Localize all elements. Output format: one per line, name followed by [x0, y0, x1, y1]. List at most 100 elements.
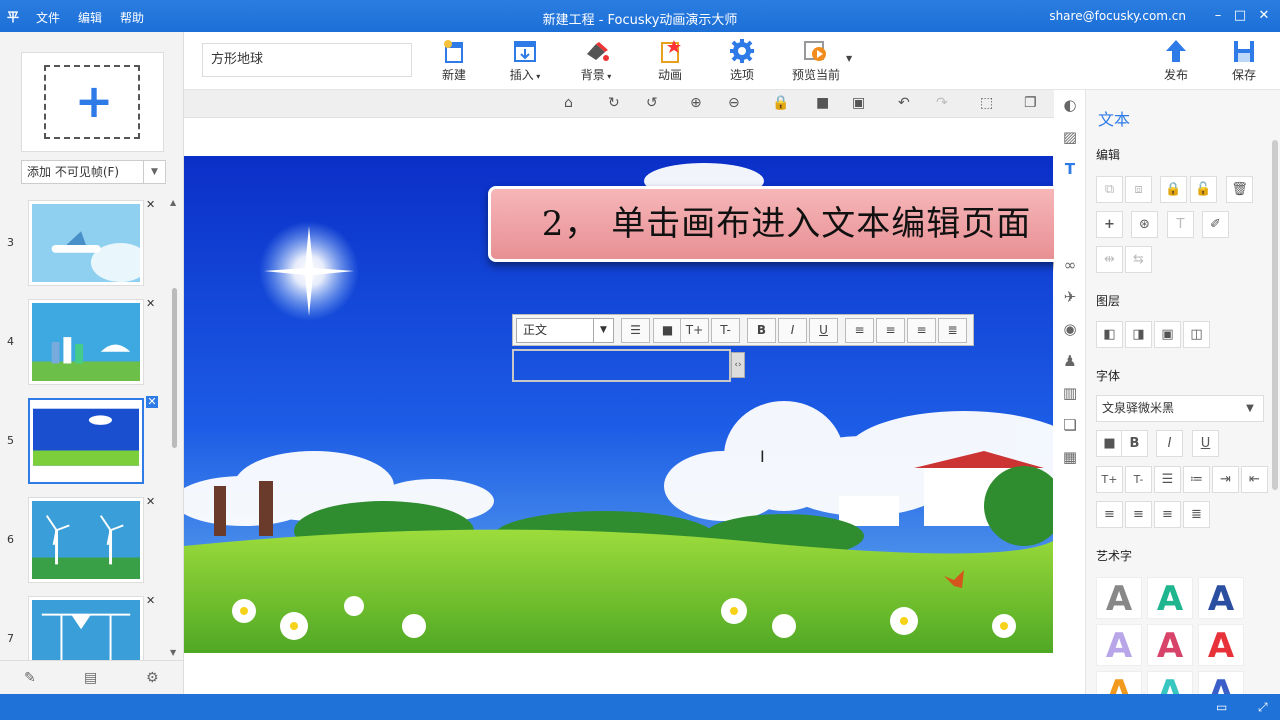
add-icon[interactable]: + [1096, 211, 1123, 238]
reset-icon[interactable]: ⊛ [1131, 211, 1158, 238]
rotate-left-icon[interactable]: ↺ [646, 95, 658, 111]
undo-icon[interactable]: ↶ [898, 95, 910, 111]
art-text-style-3[interactable]: A [1198, 577, 1244, 619]
scroll-up-icon[interactable]: ▲ [170, 198, 176, 207]
project-name-input[interactable]: 方形地球 [202, 43, 412, 77]
align-right-icon[interactable]: ≡ [1154, 501, 1181, 528]
group-icon[interactable]: ⧉ [1096, 176, 1123, 203]
justify-button[interactable]: ≣ [938, 318, 967, 343]
plane-icon[interactable]: ✈ [1061, 288, 1079, 306]
close-icon[interactable]: ✕ [146, 198, 155, 211]
compass-icon[interactable]: ◉ [1061, 320, 1079, 338]
add-frame-button[interactable]: + [21, 52, 164, 152]
font-size-up-icon[interactable]: T+ [1096, 466, 1123, 493]
art-text-style-7[interactable]: A [1096, 671, 1142, 694]
send-back-icon[interactable]: ◫ [1183, 321, 1210, 348]
rotate-right-icon[interactable]: ↻ [608, 95, 620, 111]
underline-button[interactable]: U [809, 318, 838, 343]
font-size-down-icon[interactable]: T- [1125, 466, 1152, 493]
resize-handle-icon[interactable]: ‹› [731, 352, 745, 378]
close-icon[interactable]: ✕ [146, 594, 155, 607]
brush-icon[interactable]: ✐ [1202, 211, 1229, 238]
preview-current-button[interactable]: 预览当前 [783, 36, 849, 88]
numbered-list-icon[interactable]: ≔ [1183, 466, 1210, 493]
slide-list-scrollbar[interactable]: ▲ ▼ [170, 198, 180, 658]
new-button[interactable]: 新建 [424, 36, 484, 88]
text-tool-icon[interactable]: T [1061, 160, 1079, 178]
monitor-icon[interactable]: ▭ [1216, 700, 1227, 714]
notes-icon[interactable]: ▤ [84, 670, 97, 686]
align-left-button[interactable]: ≡ [845, 318, 874, 343]
paste-icon[interactable]: ▣ [852, 95, 865, 111]
slide-thumb-6[interactable]: 6 ✕ [0, 495, 170, 585]
image-icon[interactable]: ▨ [1061, 128, 1079, 146]
lock-icon[interactable]: 🔒 [1160, 176, 1187, 203]
align-right-button[interactable]: ≡ [907, 318, 936, 343]
zoom-out-icon[interactable]: ⊖ [728, 95, 740, 111]
lock-icon[interactable]: 🔒 [772, 95, 789, 111]
text-style-icon[interactable]: T [1167, 211, 1194, 238]
list-icon[interactable]: ☰ [621, 318, 650, 343]
art-text-style-4[interactable]: A [1096, 624, 1142, 666]
slide-thumbnail[interactable] [28, 299, 144, 385]
underline-button[interactable]: U [1192, 430, 1219, 457]
redo-icon[interactable]: ↷ [936, 95, 948, 111]
close-icon[interactable]: ✕ [146, 495, 155, 508]
indent-icon[interactable]: ⇥ [1212, 466, 1239, 493]
layers-icon[interactable]: ❏ [1061, 416, 1079, 434]
chart-icon[interactable]: ▥ [1061, 384, 1079, 402]
save-button[interactable]: 保存 [1214, 36, 1274, 88]
font-color-icon[interactable]: ■ [1096, 430, 1123, 457]
account-email[interactable]: share@focusky.com.cn [1049, 9, 1186, 23]
slide-thumbnail[interactable] [28, 596, 144, 660]
slide-thumbnail[interactable] [28, 497, 144, 583]
outdent-icon[interactable]: ⇤ [1241, 466, 1268, 493]
bring-forward-icon[interactable]: ◨ [1125, 321, 1152, 348]
chevron-down-icon[interactable]: ▼ [1237, 396, 1263, 421]
animation-button[interactable]: 动画 [640, 36, 700, 88]
art-text-style-5[interactable]: A [1147, 624, 1193, 666]
fullscreen-icon[interactable]: ⤢ [1258, 700, 1268, 715]
chevron-down-icon[interactable]: ▼ [593, 319, 613, 342]
art-text-style-9[interactable]: A [1198, 671, 1244, 694]
flip-icon[interactable]: ⇹ [1096, 246, 1123, 273]
slide-thumb-4[interactable]: 4 ✕ [0, 297, 170, 387]
slide-thumbnail[interactable] [28, 398, 144, 484]
bullet-list-icon[interactable]: ☰ [1154, 466, 1181, 493]
zoom-in-icon[interactable]: ⊕ [690, 95, 702, 111]
delete-icon[interactable]: 🗑 [1226, 176, 1253, 203]
paragraph-style-select[interactable]: 正文 ▼ [516, 318, 614, 343]
italic-button[interactable]: I [778, 318, 807, 343]
art-text-style-1[interactable]: A [1096, 577, 1142, 619]
minimize-button[interactable]: – [1208, 6, 1228, 26]
text-edit-box[interactable] [512, 349, 731, 382]
select-frame-icon[interactable]: ⬚ [980, 95, 993, 111]
publish-button[interactable]: 发布 [1146, 36, 1206, 88]
settings-icon[interactable]: ⚙ [146, 670, 159, 686]
scroll-down-icon[interactable]: ▼ [170, 648, 176, 657]
chevron-down-icon[interactable]: ▼ [143, 161, 165, 183]
justify-icon[interactable]: ≣ [1183, 501, 1210, 528]
close-icon[interactable]: ✕ [146, 396, 158, 408]
mirror-icon[interactable]: ⇆ [1125, 246, 1152, 273]
scrollbar-thumb[interactable] [172, 288, 177, 448]
home-icon[interactable]: ⌂ [564, 95, 573, 111]
italic-button[interactable]: I [1156, 430, 1183, 457]
bold-button[interactable]: B [747, 318, 776, 343]
close-icon[interactable]: ✕ [146, 297, 155, 310]
slide-thumb-3[interactable]: 3 ✕ [0, 198, 170, 288]
slide-thumbnail[interactable] [28, 200, 150, 286]
art-text-style-8[interactable]: A [1147, 671, 1193, 694]
maximize-button[interactable]: □ [1230, 6, 1250, 26]
align-left-icon[interactable]: ≡ [1096, 501, 1123, 528]
ungroup-icon[interactable]: ⧈ [1125, 176, 1152, 203]
font-size-down-button[interactable]: T- [711, 318, 740, 343]
align-center-button[interactable]: ≡ [876, 318, 905, 343]
align-center-icon[interactable]: ≡ [1125, 501, 1152, 528]
unlock-icon[interactable]: 🔓 [1190, 176, 1217, 203]
bring-front-icon[interactable]: ◧ [1096, 321, 1123, 348]
font-family-select[interactable]: 文泉驿微米黑 ▼ [1096, 395, 1264, 422]
preview-dropdown-icon[interactable]: ▼ [846, 54, 852, 63]
copy-icon[interactable]: ■ [816, 95, 829, 111]
layout-icon[interactable]: ▦ [1061, 448, 1079, 466]
